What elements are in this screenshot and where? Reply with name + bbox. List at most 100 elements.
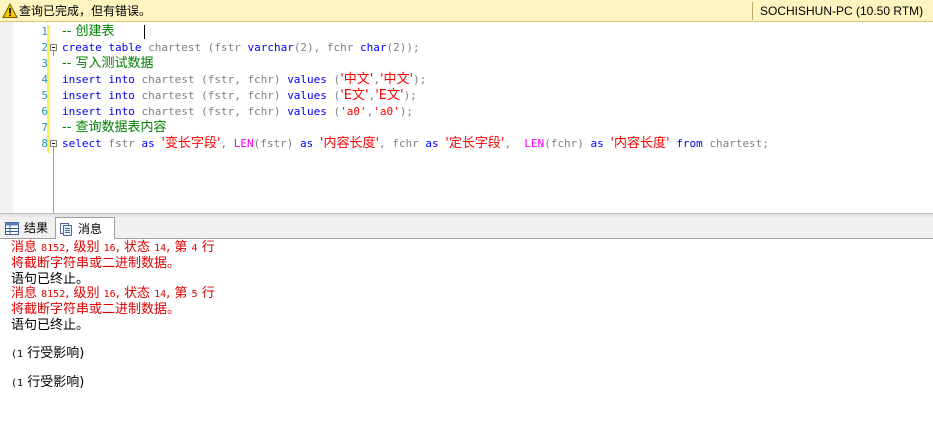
sql-keyword: from [676,137,703,150]
sql-function: LEN [233,137,254,150]
error-header: 消息 8152, 级别 16, 状态 14, 第 4 行 [11,240,215,257]
msg-text: , 级别 [65,286,104,301]
error-header: 消息 8152, 级别 16, 状态 14, 第 5 行 [11,286,215,303]
text-caret [144,25,145,39]
grid-icon [5,222,19,235]
error-text: 将截断字符串或二进制数据。 [11,256,181,271]
statement-terminated: 语句已终止。 [11,318,90,333]
msg-text: , 状态 [115,286,155,301]
sql-text: ); [413,73,427,86]
code-text[interactable]: insert into chartest (fstr, fchr) values… [62,104,413,120]
line-number: 4 [41,73,48,86]
msg-text: 消息 [11,286,42,301]
code-line: 6 insert into chartest (fstr, fchr) valu… [0,104,933,120]
tab-messages-label: 消息 [78,222,103,236]
sql-text: chartest (fstr, fchr) [134,89,288,102]
sql-keyword: create table [62,41,142,54]
sql-text: ); [399,105,414,118]
code-text[interactable]: insert into chartest (fstr, fchr) values… [62,72,426,88]
msg-number: 8152 [41,289,66,300]
sql-comment: -- 写入测试数据 [62,56,154,71]
sql-text: chartest (fstr, fchr) [134,105,288,118]
sql-keyword: select [62,137,102,150]
results-tab-bar: 结果 消息 [0,217,933,240]
line-number: 6 [41,105,48,118]
msg-number: 16 [103,289,116,300]
warning-icon [2,3,18,18]
sql-string: '定长字段' [445,136,505,151]
sql-string: '内容长度' [610,136,670,151]
server-info: SOCHISHUN-PC (10.50 RTM) [760,4,924,18]
msg-number: 14 [154,243,167,254]
sql-text: chartest; [702,137,769,150]
sql-keyword: insert into [62,89,135,102]
status-divider [752,2,753,20]
sql-keyword: insert into [62,73,135,86]
sql-keyword: varchar [247,41,294,54]
status-message: 查询已完成，但有错误。 [19,4,152,18]
sql-string: 'E文' [375,88,404,103]
status-bar: 查询已完成，但有错误。 SOCHISHUN-PC (10.50 RTM) [0,0,933,22]
sql-string: 'a0' [340,105,367,118]
code-text[interactable]: create table chartest (fstr varchar(2), … [62,40,420,56]
code-line: 1 -- 创建表 [0,24,933,40]
msg-text: 消息 [11,240,42,255]
tab-results[interactable]: 结果 [2,219,54,239]
msg-text: , 状态 [115,240,155,255]
outline-guide [53,147,54,213]
line-number: 8 [41,137,48,150]
code-text[interactable]: insert into chartest (fstr, fchr) values… [62,88,417,104]
sql-text: ); [403,89,417,102]
code-text[interactable]: -- 写入测试数据 [62,56,154,72]
code-text[interactable]: -- 查询数据表内容 [62,120,167,136]
sql-text: chartest (fstr, fchr) [134,73,288,86]
line-number: 5 [41,89,48,102]
sql-text: , [504,137,525,150]
sql-text: ( [326,89,341,102]
sql-text: , fchr [379,137,426,150]
sql-text: (fchr) [544,137,591,150]
code-line: 4 insert into chartest (fstr, fchr) valu… [0,72,933,88]
tab-results-label: 结果 [24,221,49,235]
sql-keyword: as [425,137,439,150]
sql-text: fstr [101,137,142,150]
line-number: 3 [41,57,48,70]
line-number: 1 [41,25,48,38]
msg-text: 行受影响) [23,346,85,361]
sql-keyword: as [141,137,155,150]
line-number: 7 [41,121,48,134]
sql-string: 'a0' [373,105,400,118]
sql-text: ( [326,73,341,86]
tab-messages[interactable]: 消息 [55,217,115,240]
code-text[interactable]: select fstr as '变长字段', LEN(fstr) as '内容长… [62,136,769,152]
sql-text: , [220,137,234,150]
sql-keyword: as [300,137,314,150]
sql-string: '中文' [340,72,374,87]
sql-keyword: as [590,137,604,150]
collapse-icon[interactable] [50,44,57,51]
msg-number: 14 [154,289,167,300]
sql-string: '中文' [379,72,414,87]
code-text[interactable]: -- 创建表 [62,24,115,40]
rows-affected: (1 行受影响) [11,375,84,392]
messages-pane[interactable]: 消息 8152, 级别 16, 状态 14, 第 4 行 将截断字符串或二进制数… [0,239,933,428]
code-line: 8 select fstr as '变长字段', LEN(fstr) as '内… [0,136,933,152]
sql-keyword: insert into [62,105,135,118]
msg-number: 8152 [41,243,66,254]
rows-affected: (1 行受影响) [11,346,84,363]
sql-function: LEN [524,137,545,150]
code-line: 7 -- 查询数据表内容 [0,120,933,136]
sql-text: (fstr) [253,137,301,150]
sql-text: (2)); [386,41,420,54]
sql-comment: -- 创建表 [62,24,115,39]
msg-text: , 级别 [65,240,104,255]
query-editor[interactable]: 1 -- 创建表 2 create table chartest (fstr v… [0,22,933,213]
sql-string: 'E文' [340,88,369,103]
msg-text: 行受影响) [23,375,85,390]
sql-keyword: values [287,73,327,86]
sql-text: (2), fchr [293,41,361,54]
sql-text: ( [326,105,341,118]
sql-keyword: values [287,89,327,102]
collapse-icon[interactable] [50,140,57,147]
